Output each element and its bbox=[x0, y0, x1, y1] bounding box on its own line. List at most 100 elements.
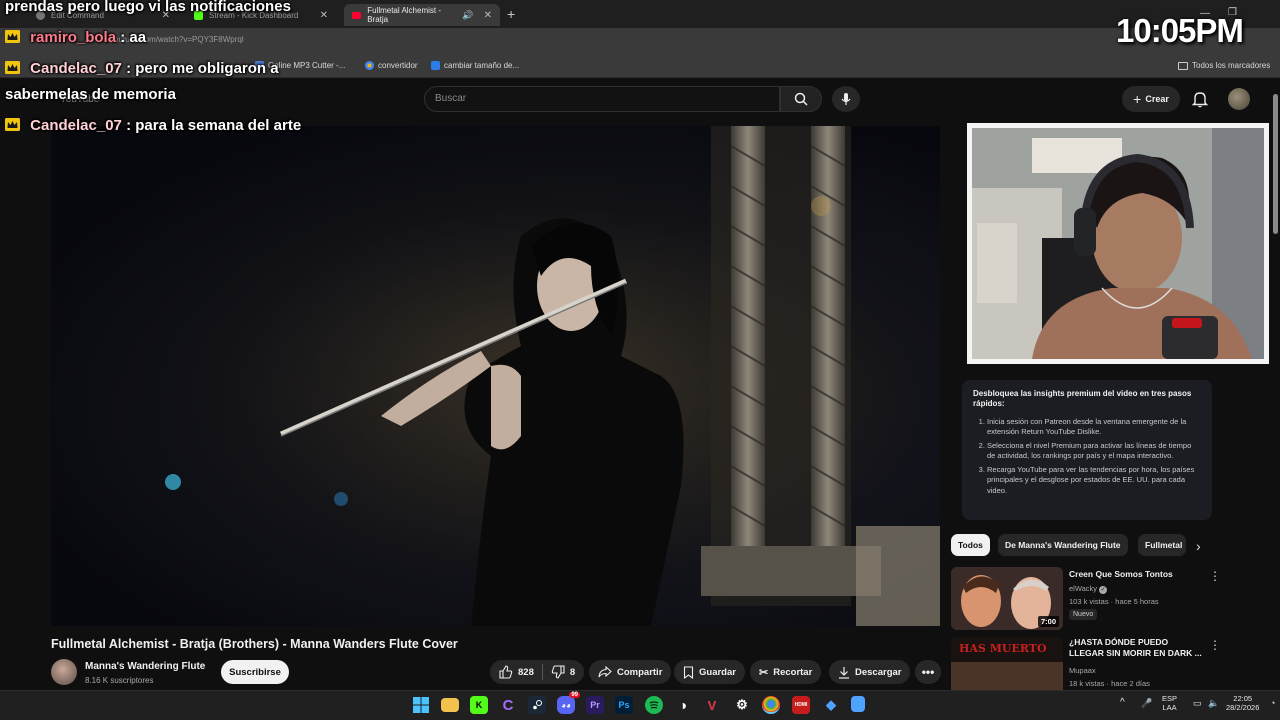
save-button[interactable]: Guardar bbox=[674, 660, 745, 684]
settings-gear-icon[interactable]: ⚙ bbox=[733, 696, 751, 714]
canva-icon[interactable]: C bbox=[499, 696, 517, 714]
ellipsis-icon: ••• bbox=[921, 665, 935, 679]
bookmark-save-icon bbox=[683, 665, 694, 679]
search-input[interactable]: Buscar bbox=[424, 86, 780, 112]
kick-app-icon[interactable]: K bbox=[470, 696, 488, 714]
recommendation-channel[interactable]: elWacky ✓ bbox=[1069, 584, 1108, 594]
all-bookmarks-button[interactable]: Todos los marcadores bbox=[1178, 61, 1270, 70]
dislike-count: 8 bbox=[569, 666, 576, 678]
video-duration: 7:00 bbox=[1037, 616, 1059, 627]
dislike-button[interactable]: 8 bbox=[551, 665, 575, 679]
recommendation-thumbnail[interactable]: HAS MUERTO bbox=[951, 637, 1063, 690]
channel-avatar[interactable] bbox=[51, 659, 77, 685]
recommendation-title[interactable]: ¿HASTA DÓNDE PUEDO LLEGAR SIN MORIR EN D… bbox=[1069, 637, 1204, 660]
create-button[interactable]: + Crear bbox=[1122, 86, 1180, 112]
premiere-pro-icon[interactable]: Pr bbox=[586, 696, 604, 714]
more-vertical-icon[interactable]: ⋮ bbox=[1209, 638, 1221, 652]
file-explorer-icon[interactable] bbox=[441, 698, 459, 712]
chip-fullmetal[interactable]: Fullmetal bbox=[1138, 534, 1186, 556]
channel-label: elWacky bbox=[1069, 584, 1098, 593]
chat-text: : para la semana del arte bbox=[126, 117, 302, 134]
thumbs-up-icon bbox=[499, 665, 513, 679]
chat-message: sabermelas de memoria bbox=[5, 86, 176, 103]
insights-extension-panel: Desbloquea las insights premium del vide… bbox=[962, 380, 1212, 520]
language-indicator[interactable]: ESP LAA bbox=[1162, 694, 1177, 713]
voice-search-button[interactable] bbox=[832, 86, 860, 112]
recommendation-channel[interactable]: Mupaax bbox=[1069, 666, 1096, 675]
network-icon[interactable]: ▭ bbox=[1193, 698, 1202, 709]
webcam-overlay bbox=[967, 123, 1269, 364]
clip-button[interactable]: ✂ Recortar bbox=[750, 660, 822, 684]
notifications-button[interactable] bbox=[1191, 90, 1209, 113]
windows-start-icon[interactable] bbox=[412, 696, 430, 714]
crown-icon bbox=[5, 30, 20, 43]
system-clock[interactable]: 22:05 28/2/2026 bbox=[1226, 694, 1259, 713]
tab-label: Fullmetal Alchemist - Bratja bbox=[367, 6, 441, 24]
account-avatar[interactable] bbox=[1228, 88, 1250, 110]
recommendation-meta: 103 k vistas · hace 5 horas bbox=[1069, 597, 1159, 606]
lang-layout: LAA bbox=[1162, 703, 1177, 713]
search-button[interactable] bbox=[780, 86, 822, 112]
more-actions-button[interactable]: ••• bbox=[915, 660, 941, 684]
like-dislike-group: 828 8 bbox=[490, 660, 585, 684]
github-copilot-icon[interactable]: ◑ bbox=[674, 696, 692, 714]
chat-text: prendas pero luego vi las notificaciones bbox=[5, 0, 291, 15]
bookmark-cambiar-tamano[interactable]: cambiar tamaño de... bbox=[431, 61, 519, 70]
close-icon[interactable]: ✕ bbox=[484, 10, 492, 21]
lang-code: ESP bbox=[1162, 694, 1178, 703]
download-icon bbox=[839, 666, 849, 679]
chat-message: ramiro_bola : aa bbox=[5, 29, 146, 46]
spotify-icon[interactable] bbox=[645, 696, 663, 714]
youtube-favicon-icon bbox=[352, 11, 362, 19]
photoshop-icon[interactable]: Ps bbox=[615, 696, 633, 714]
like-button[interactable]: 828 bbox=[499, 665, 534, 679]
speaker-icon[interactable]: 🔊 bbox=[462, 10, 473, 21]
valorant-icon[interactable]: V bbox=[703, 696, 721, 714]
plus-icon: + bbox=[1133, 91, 1142, 107]
chevron-right-icon[interactable]: › bbox=[1196, 538, 1201, 554]
discord-icon[interactable]: ◕◕ 99 bbox=[557, 692, 580, 714]
chip-channel[interactable]: De Manna's Wandering Flute bbox=[998, 534, 1128, 556]
video-player[interactable] bbox=[51, 126, 940, 626]
steam-icon[interactable] bbox=[528, 696, 546, 714]
bookmark-icon bbox=[365, 61, 374, 70]
download-button[interactable]: Descargar bbox=[829, 660, 911, 684]
close-icon[interactable]: ✕ bbox=[320, 10, 328, 21]
bookmark-icon bbox=[431, 61, 440, 70]
chrome-icon[interactable] bbox=[762, 696, 780, 714]
chat-message: Candelac_07 : para la semana del arte bbox=[5, 117, 301, 134]
bookmark-convertidor[interactable]: convertidor bbox=[365, 61, 418, 70]
bookmark-label: Online MP3 Cutter -... bbox=[268, 61, 346, 70]
insights-step: Recarga YouTube para ver las tendencias … bbox=[987, 465, 1201, 495]
folder-icon bbox=[1178, 61, 1188, 70]
clock-time: 22:05 bbox=[1233, 694, 1253, 703]
crown-icon bbox=[5, 118, 20, 131]
download-label: Descargar bbox=[855, 666, 902, 678]
channel-name[interactable]: Manna's Wandering Flute bbox=[85, 661, 205, 672]
tab-youtube-video[interactable]: Fullmetal Alchemist - Bratja 🔊 ✕ bbox=[344, 4, 500, 26]
video-frame-image bbox=[51, 126, 940, 626]
new-tab-button[interactable]: + bbox=[507, 6, 515, 22]
streamer-image bbox=[972, 128, 1264, 359]
subscribe-button[interactable]: Suscribirse bbox=[221, 660, 289, 684]
stream-tool-icon[interactable]: HDMI bbox=[792, 696, 810, 714]
recommendation-title[interactable]: Creen Que Somos Tontos bbox=[1069, 569, 1204, 580]
insights-title: Desbloquea las insights premium del vide… bbox=[973, 389, 1192, 409]
scrollbar-thumb[interactable] bbox=[1273, 94, 1278, 234]
windows-taskbar bbox=[0, 690, 1280, 720]
microphone-tray-icon[interactable]: 🎤 bbox=[1141, 698, 1152, 709]
recommendation-thumbnail[interactable]: 7:00 bbox=[951, 567, 1063, 630]
volume-icon[interactable]: 🔈 bbox=[1208, 698, 1219, 709]
search-icon bbox=[794, 92, 808, 106]
thumbnail-text: HAS MUERTO bbox=[959, 642, 1047, 655]
chat-username: Candelac_07 bbox=[30, 60, 122, 77]
bell-icon bbox=[1191, 92, 1209, 108]
more-vertical-icon[interactable]: ⋮ bbox=[1209, 569, 1221, 583]
crown-icon bbox=[5, 61, 20, 74]
share-button[interactable]: Compartir bbox=[589, 660, 672, 684]
chip-todos[interactable]: Todos bbox=[951, 534, 990, 556]
notepad-icon[interactable] bbox=[851, 696, 865, 712]
chevron-up-icon[interactable]: ^ bbox=[1120, 697, 1125, 710]
vscode-diamond-icon[interactable]: ◆ bbox=[822, 696, 840, 714]
notification-bell-icon[interactable]: ◔ bbox=[1270, 698, 1275, 709]
